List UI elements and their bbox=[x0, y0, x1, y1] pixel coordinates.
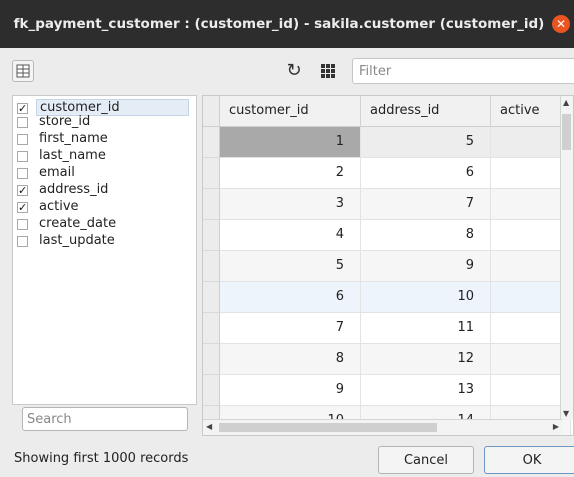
checkbox[interactable]: ✓ bbox=[17, 103, 28, 114]
table-cell[interactable] bbox=[491, 282, 571, 313]
row-header[interactable] bbox=[203, 189, 220, 220]
table-cell[interactable]: 6 bbox=[361, 158, 491, 189]
column-item-label: last_name bbox=[39, 148, 106, 163]
table-cell[interactable]: 2 bbox=[220, 158, 361, 189]
scroll-right-icon[interactable]: ▶ bbox=[553, 422, 559, 431]
row-header[interactable] bbox=[203, 282, 220, 313]
table-cell[interactable]: 8 bbox=[220, 344, 361, 375]
table-cell[interactable] bbox=[491, 344, 571, 375]
checkbox[interactable] bbox=[17, 168, 28, 179]
column-item-last-update[interactable]: last_update bbox=[17, 233, 193, 248]
column-item-create-date[interactable]: create_date bbox=[17, 216, 193, 231]
column-item-label: active bbox=[39, 199, 79, 214]
table-cell[interactable] bbox=[491, 375, 571, 406]
column-search-input[interactable] bbox=[22, 407, 188, 431]
table-cell[interactable]: 5 bbox=[220, 251, 361, 282]
vertical-scrollbar[interactable]: ▲ ▼ bbox=[560, 96, 573, 420]
table-cell[interactable]: 3 bbox=[220, 189, 361, 220]
data-table: customer_id address_id active 1 5 2 6 3 … bbox=[202, 95, 574, 436]
table-cell[interactable] bbox=[491, 158, 571, 189]
cancel-button[interactable]: Cancel bbox=[378, 446, 474, 474]
row-header[interactable] bbox=[203, 158, 220, 189]
checkbox[interactable]: ✓ bbox=[17, 185, 28, 196]
checkbox[interactable] bbox=[17, 236, 28, 247]
column-item-label: address_id bbox=[39, 182, 109, 197]
status-text: Showing first 1000 records bbox=[14, 451, 189, 466]
table-cell[interactable] bbox=[491, 220, 571, 251]
filter-input[interactable] bbox=[352, 58, 574, 84]
row-header[interactable] bbox=[203, 220, 220, 251]
checkbox[interactable] bbox=[17, 151, 28, 162]
table-cell[interactable]: 5 bbox=[361, 127, 491, 158]
row-header[interactable] bbox=[203, 313, 220, 344]
refresh-icon[interactable]: ↻ bbox=[284, 60, 304, 82]
scroll-thumb[interactable] bbox=[562, 114, 571, 150]
row-header[interactable] bbox=[203, 127, 220, 158]
table-cell[interactable] bbox=[491, 313, 571, 344]
table-cell[interactable]: 7 bbox=[361, 189, 491, 220]
column-item-email[interactable]: email bbox=[17, 165, 193, 180]
column-item-label: last_update bbox=[39, 233, 115, 248]
column-item-label: email bbox=[39, 165, 75, 180]
scroll-thumb[interactable] bbox=[219, 423, 437, 432]
column-item-active[interactable]: ✓ active bbox=[17, 199, 193, 214]
row-header[interactable] bbox=[203, 344, 220, 375]
table-cell[interactable]: 9 bbox=[361, 251, 491, 282]
checkbox[interactable] bbox=[17, 117, 28, 128]
columns-icon bbox=[16, 64, 30, 78]
scroll-up-icon[interactable]: ▲ bbox=[563, 98, 569, 107]
row-header[interactable] bbox=[203, 375, 220, 406]
row-header[interactable] bbox=[203, 251, 220, 282]
table-cell[interactable] bbox=[491, 189, 571, 220]
table-cell[interactable]: 10 bbox=[361, 282, 491, 313]
table-cell[interactable]: 9 bbox=[220, 375, 361, 406]
window-title: fk_payment_customer : (customer_id) - sa… bbox=[13, 16, 545, 32]
column-item-first-name[interactable]: first_name bbox=[17, 131, 193, 146]
column-item-last-name[interactable]: last_name bbox=[17, 148, 193, 163]
column-item-store-id[interactable]: store_id bbox=[17, 114, 193, 129]
columns-toggle-button[interactable] bbox=[12, 60, 34, 82]
table-cell[interactable] bbox=[491, 127, 571, 158]
horizontal-scrollbar[interactable]: ◀ ▶ bbox=[203, 419, 562, 435]
column-item-address-id[interactable]: ✓ address_id bbox=[17, 182, 193, 197]
checkbox[interactable] bbox=[17, 219, 28, 230]
column-header-customer-id[interactable]: customer_id bbox=[220, 96, 361, 127]
table-cell[interactable] bbox=[491, 251, 571, 282]
column-header-address-id[interactable]: address_id bbox=[361, 96, 491, 127]
table-cell[interactable]: 6 bbox=[220, 282, 361, 313]
table-cell[interactable]: 1 bbox=[220, 127, 361, 158]
column-item-label: store_id bbox=[39, 114, 91, 129]
scroll-down-icon[interactable]: ▼ bbox=[563, 409, 569, 418]
grid-icon[interactable] bbox=[318, 61, 338, 81]
column-list: ✓ customer_id store_id first_name last_n… bbox=[12, 95, 197, 405]
close-icon[interactable]: ✕ bbox=[552, 15, 570, 33]
checkbox[interactable] bbox=[17, 134, 28, 145]
checkbox[interactable]: ✓ bbox=[17, 202, 28, 213]
column-header-active[interactable]: active bbox=[491, 96, 571, 127]
ok-button[interactable]: OK bbox=[484, 446, 574, 474]
table-cell[interactable]: 11 bbox=[361, 313, 491, 344]
table-cell[interactable]: 12 bbox=[361, 344, 491, 375]
table-cell[interactable]: 8 bbox=[361, 220, 491, 251]
scroll-left-icon[interactable]: ◀ bbox=[206, 422, 212, 431]
table-cell[interactable]: 7 bbox=[220, 313, 361, 344]
table-cell[interactable]: 4 bbox=[220, 220, 361, 251]
column-item-label: first_name bbox=[39, 131, 108, 146]
table-cell[interactable]: 13 bbox=[361, 375, 491, 406]
column-item-customer-id[interactable]: ✓ customer_id bbox=[17, 99, 193, 116]
title-bar: fk_payment_customer : (customer_id) - sa… bbox=[0, 0, 574, 48]
column-item-label: create_date bbox=[39, 216, 117, 231]
table-corner bbox=[203, 96, 220, 127]
